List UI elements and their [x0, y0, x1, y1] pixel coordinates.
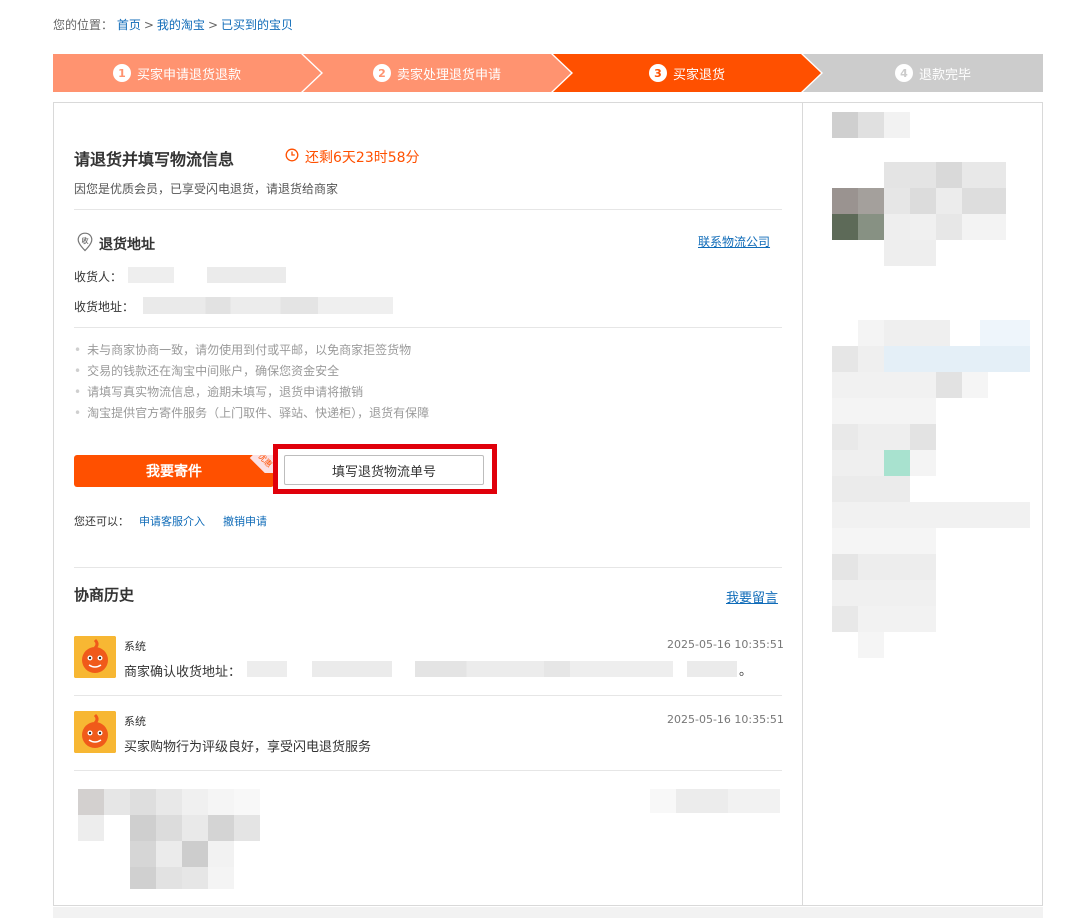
- breadcrumb: 您的位置： 首页 > 我的淘宝 > 已买到的宝贝: [53, 16, 293, 33]
- history-sender: 系统: [124, 640, 146, 653]
- system-avatar: [74, 711, 116, 753]
- step-4: 4 退款完毕: [803, 54, 1043, 92]
- recipient-label: 收货人：: [74, 270, 123, 284]
- tip-item: 未与商家协商一致，请勿使用到付或平邮，以免商家拒签货物: [74, 340, 429, 361]
- system-avatar: [74, 636, 116, 678]
- redacted-text: [312, 661, 392, 677]
- history-message: 买家购物行为评级良好，享受闪电退货服务: [124, 740, 372, 755]
- address-title-text: 退货地址: [99, 237, 155, 253]
- divider: [74, 209, 782, 210]
- panel-divider: [802, 102, 803, 906]
- breadcrumb-separator: >: [207, 18, 218, 32]
- step-2: 2 卖家处理退货申请: [303, 54, 571, 92]
- divider: [74, 770, 782, 771]
- breadcrumb-home-link[interactable]: 首页: [117, 18, 141, 32]
- progress-steps: 1 买家申请退货退款 2 卖家处理退货申请 3 买家退货 4 退款完毕: [53, 54, 1043, 92]
- tips-list: 未与商家协商一致，请勿使用到付或平邮，以免商家拒签货物 交易的钱款还在淘宝中间账…: [74, 340, 429, 424]
- step-2-label: 卖家处理退货申请: [396, 67, 501, 83]
- request-service-link[interactable]: 申请客服介入: [139, 515, 205, 528]
- address-title: 收 退货地址: [76, 232, 155, 256]
- recipient-name-redacted: [128, 267, 174, 283]
- step-1-number: 1: [112, 64, 131, 82]
- breadcrumb-separator: >: [143, 18, 154, 32]
- tip-item: 淘宝提供官方寄件服务（上门取件、驿站、快递柜），退货有保障: [74, 403, 429, 424]
- history-time: 2025-05-16 10:35:51: [667, 713, 784, 726]
- location-pin-icon: 收: [76, 232, 94, 256]
- tip-item: 请填写真实物流信息，逾期未填写，退货申请将撤销: [74, 382, 429, 403]
- history-sender: 系统: [124, 715, 146, 728]
- step-3: 3 买家退货: [553, 54, 821, 92]
- contact-logistics-link[interactable]: 联系物流公司: [698, 233, 770, 250]
- step-4-label: 退款完毕: [918, 67, 971, 83]
- divider: [74, 695, 782, 696]
- discount-tag: 优惠: [248, 455, 274, 473]
- leave-message-link[interactable]: 我要留言: [726, 587, 778, 606]
- divider: [74, 327, 782, 328]
- breadcrumb-purchased-link[interactable]: 已买到的宝贝: [221, 18, 293, 32]
- extra-options: 您还可以： 申请客服介入 撤销申请: [74, 513, 267, 529]
- bottom-bar: [53, 907, 1043, 918]
- step-4-number: 4: [894, 64, 913, 82]
- countdown: 还剩6天23时58分: [285, 147, 420, 167]
- step-3-label: 买家退货: [672, 67, 725, 83]
- cancel-request-link[interactable]: 撤销申请: [223, 515, 267, 528]
- history-message: 商家确认收货地址：: [124, 665, 242, 680]
- discount-tag-text: 优惠: [256, 455, 274, 470]
- step-1: 1 买家申请退货退款: [53, 54, 321, 92]
- recipient-phone-redacted: [207, 267, 286, 283]
- fill-tracking-number-button[interactable]: 填写退货物流单号: [284, 455, 484, 485]
- ship-button[interactable]: 我要寄件: [74, 455, 274, 487]
- clock-icon: [285, 148, 299, 166]
- tip-item: 交易的钱款还在淘宝中间账户，确保您资金安全: [74, 361, 429, 382]
- period-mark: 。: [739, 664, 753, 679]
- step-2-number: 2: [372, 64, 391, 82]
- step-3-number: 3: [648, 64, 667, 82]
- address-redacted: [143, 297, 393, 314]
- page-title: 请退货并填写物流信息: [74, 150, 235, 169]
- svg-text:收: 收: [82, 236, 90, 245]
- history-title: 协商历史: [74, 586, 135, 604]
- address-label: 收货地址：: [74, 300, 135, 314]
- redacted-text: [247, 661, 287, 677]
- redacted-text: [415, 661, 673, 677]
- step-1-label: 买家申请退货退款: [136, 67, 241, 83]
- breadcrumb-prefix: 您的位置：: [53, 18, 114, 32]
- breadcrumb-my-taobao-link[interactable]: 我的淘宝: [157, 18, 205, 32]
- extra-options-prefix: 您还可以：: [74, 515, 129, 528]
- countdown-text: 还剩6天23时58分: [305, 150, 420, 166]
- history-time: 2025-05-16 10:35:51: [667, 638, 784, 651]
- redacted-text: [687, 661, 737, 677]
- divider: [74, 567, 782, 568]
- subtitle: 因您是优质会员，已享受闪电退货，请退货给商家: [74, 182, 339, 196]
